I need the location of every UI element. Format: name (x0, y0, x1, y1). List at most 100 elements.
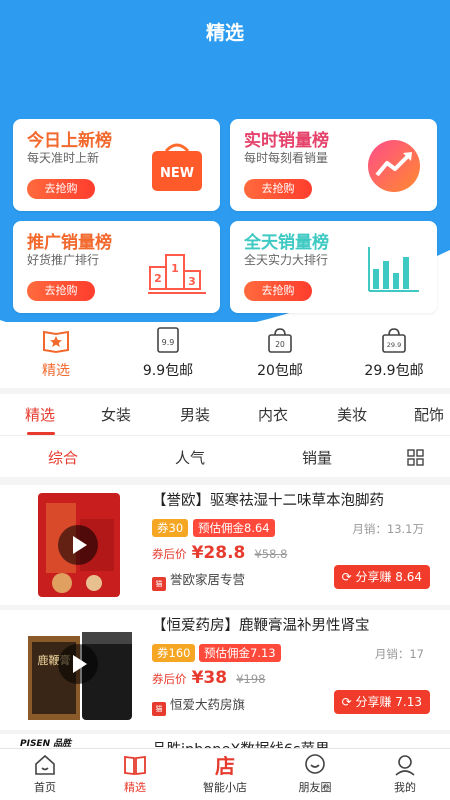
nav-label: 首页 (34, 781, 56, 794)
product-title: 品胜iphoneX数据线6s苹果 (152, 738, 330, 748)
chat-bubble-icon (305, 754, 325, 774)
tab-accessories[interactable]: 配饰 (414, 404, 444, 425)
share-icon: ⟳ (341, 570, 356, 584)
bag-icon: 29.9 (382, 328, 406, 353)
monthly-sales: 月销：17 (374, 647, 424, 661)
card-title: 实时销量榜 (244, 131, 329, 151)
nav-moments[interactable]: 朋友圈 (270, 753, 360, 795)
commission-badge: 预估佣金7.13 (199, 644, 281, 662)
price-row: 券后价 ¥28.8 ¥58.8 (152, 543, 287, 563)
tmall-icon: 猫 (152, 702, 166, 716)
card-subtitle: 好货推广排行 (27, 253, 100, 267)
buy-now-button[interactable]: 去抢购 (27, 281, 95, 301)
product-title: 【恒爱药房】鹿鞭膏温补男性肾宝 (152, 618, 370, 634)
card-promotion-sales[interactable]: 推广销量榜 好货推广排行 去抢购 1 2 3 (13, 221, 220, 313)
store-icon: 店 (215, 754, 235, 777)
card-allday-sales[interactable]: 全天销量榜 全天实力大排行 去抢购 (230, 221, 437, 313)
home-icon (35, 754, 55, 775)
product-card[interactable]: PISEN 品胜 品胜iphoneX数据线6s苹果 (0, 734, 450, 748)
card-title: 今日上新榜 (27, 131, 112, 151)
card-title: 推广销量榜 (27, 233, 112, 253)
card-title: 全天销量榜 (244, 233, 329, 253)
tab-mens[interactable]: 男装 (180, 404, 210, 425)
svg-text:29.9: 29.9 (387, 341, 401, 349)
bar-chart-icon (368, 247, 419, 292)
card-subtitle: 每时每刻看销量 (244, 151, 329, 165)
podium-icon: 1 2 3 (148, 254, 206, 294)
svg-text:9.9: 9.9 (162, 338, 175, 347)
brand-logo: PISEN 品胜 (20, 739, 72, 748)
category-tabs: 精选 女装 男装 内衣 美妆 配饰 (0, 394, 450, 436)
quick-label: 9.9包邮 (142, 363, 194, 379)
nav-smart-store[interactable]: 店 智能小店 (180, 753, 270, 795)
quick-item-featured[interactable]: 精选 (0, 322, 112, 380)
commission-badge: 预估佣金8.64 (193, 519, 275, 537)
quick-item-9-9[interactable]: 9.9 9.9包邮 (112, 322, 224, 380)
tab-beauty[interactable]: 美妆 (337, 404, 367, 425)
quick-label: 20包邮 (257, 363, 303, 379)
page: 精选 今日上新榜 每天准时上新 去抢购 NEW 实时销量榜 每时每刻看销量 去抢… (0, 0, 450, 800)
nav-home[interactable]: 首页 (0, 753, 90, 795)
shop-name: 恒爱大药房旗 (170, 697, 246, 712)
product-title: 【誉欧】驱寒祛湿十二味草本泡脚药 (152, 493, 384, 509)
card-subtitle: 每天准时上新 (27, 151, 100, 165)
divider (0, 477, 450, 485)
product-card[interactable]: 鹿鞭膏 【恒爱药房】鹿鞭膏温补男性肾宝 券160 预估佣金7.13 月销：17 … (0, 610, 450, 730)
share-label: 分享赚 8.64 (355, 570, 422, 584)
book-icon (124, 755, 146, 776)
buy-now-button[interactable]: 去抢购 (27, 179, 95, 199)
monthly-sales: 月销：13.1万 (352, 522, 424, 536)
sort-popularity[interactable]: 人气 (175, 447, 205, 468)
share-icon: ⟳ (341, 695, 356, 709)
nav-profile[interactable]: 我的 (360, 753, 450, 795)
nav-label: 精选 (124, 781, 146, 794)
product-card[interactable]: 【誉欧】驱寒祛湿十二味草本泡脚药 券30 预估佣金8.64 月销：13.1万 券… (0, 485, 450, 605)
svg-text:店: 店 (215, 754, 235, 777)
quick-item-29-9[interactable]: 29.9 29.9包邮 (338, 322, 450, 380)
bag-icon: 20 (268, 328, 292, 353)
share-earn-button[interactable]: ⟳ 分享赚 7.13 (333, 690, 430, 714)
quick-label: 精选 (42, 363, 70, 379)
nav-label: 我的 (394, 781, 416, 794)
nav-label: 朋友圈 (298, 781, 332, 794)
coupon-badge: 券160 (152, 644, 196, 662)
sort-bar: 综合 人气 销量 (0, 437, 450, 477)
quick-categories: 精选 9.9 9.9包邮 20 20包邮 29.9 29.9包邮 (0, 322, 450, 392)
shop-name: 誉欧家居专营 (170, 572, 246, 587)
tmall-icon: 猫 (152, 577, 166, 591)
price-label: 券后价 (152, 672, 187, 686)
tab-womens[interactable]: 女装 (101, 404, 131, 425)
sort-overall[interactable]: 综合 (48, 447, 78, 468)
card-new-arrivals[interactable]: 今日上新榜 每天准时上新 去抢购 NEW (13, 119, 220, 211)
card-realtime-sales[interactable]: 实时销量榜 每时每刻看销量 去抢购 (230, 119, 437, 211)
quick-item-20[interactable]: 20 20包邮 (224, 322, 336, 380)
tab-featured[interactable]: 精选 (25, 404, 55, 425)
page-title: 精选 (205, 22, 244, 44)
price-tag-icon: 9.9 (157, 327, 179, 353)
buy-now-button[interactable]: 去抢购 (244, 179, 312, 199)
tab-underwear[interactable]: 内衣 (258, 404, 288, 425)
svg-text:2: 2 (154, 272, 162, 285)
share-earn-button[interactable]: ⟳ 分享赚 8.64 (333, 565, 430, 589)
play-video-icon[interactable] (58, 525, 98, 565)
shop-name-row: 猫誉欧家居专营 (152, 569, 245, 591)
quick-label: 29.9包邮 (364, 363, 424, 379)
coupon-badge: 券30 (152, 519, 189, 537)
nav-label: 智能小店 (203, 781, 247, 794)
original-price: ¥198 (236, 672, 266, 686)
coupon-price: ¥28.8 (191, 543, 246, 563)
price-label: 券后价 (152, 547, 187, 561)
svg-text:1: 1 (171, 262, 179, 275)
nav-featured[interactable]: 精选 (90, 753, 180, 795)
buy-now-button[interactable]: 去抢购 (244, 281, 312, 301)
play-video-icon[interactable] (58, 644, 98, 684)
grid-view-icon[interactable] (407, 449, 424, 466)
user-icon (395, 755, 415, 776)
shop-name-row: 猫恒爱大药房旗 (152, 694, 245, 716)
coupon-price: ¥38 (191, 668, 228, 688)
sort-sales[interactable]: 销量 (302, 447, 332, 468)
price-row: 券后价 ¥38 ¥198 (152, 668, 265, 688)
card-subtitle: 全天实力大排行 (244, 253, 329, 267)
share-label: 分享赚 7.13 (355, 695, 422, 709)
svg-text:20: 20 (275, 340, 285, 349)
